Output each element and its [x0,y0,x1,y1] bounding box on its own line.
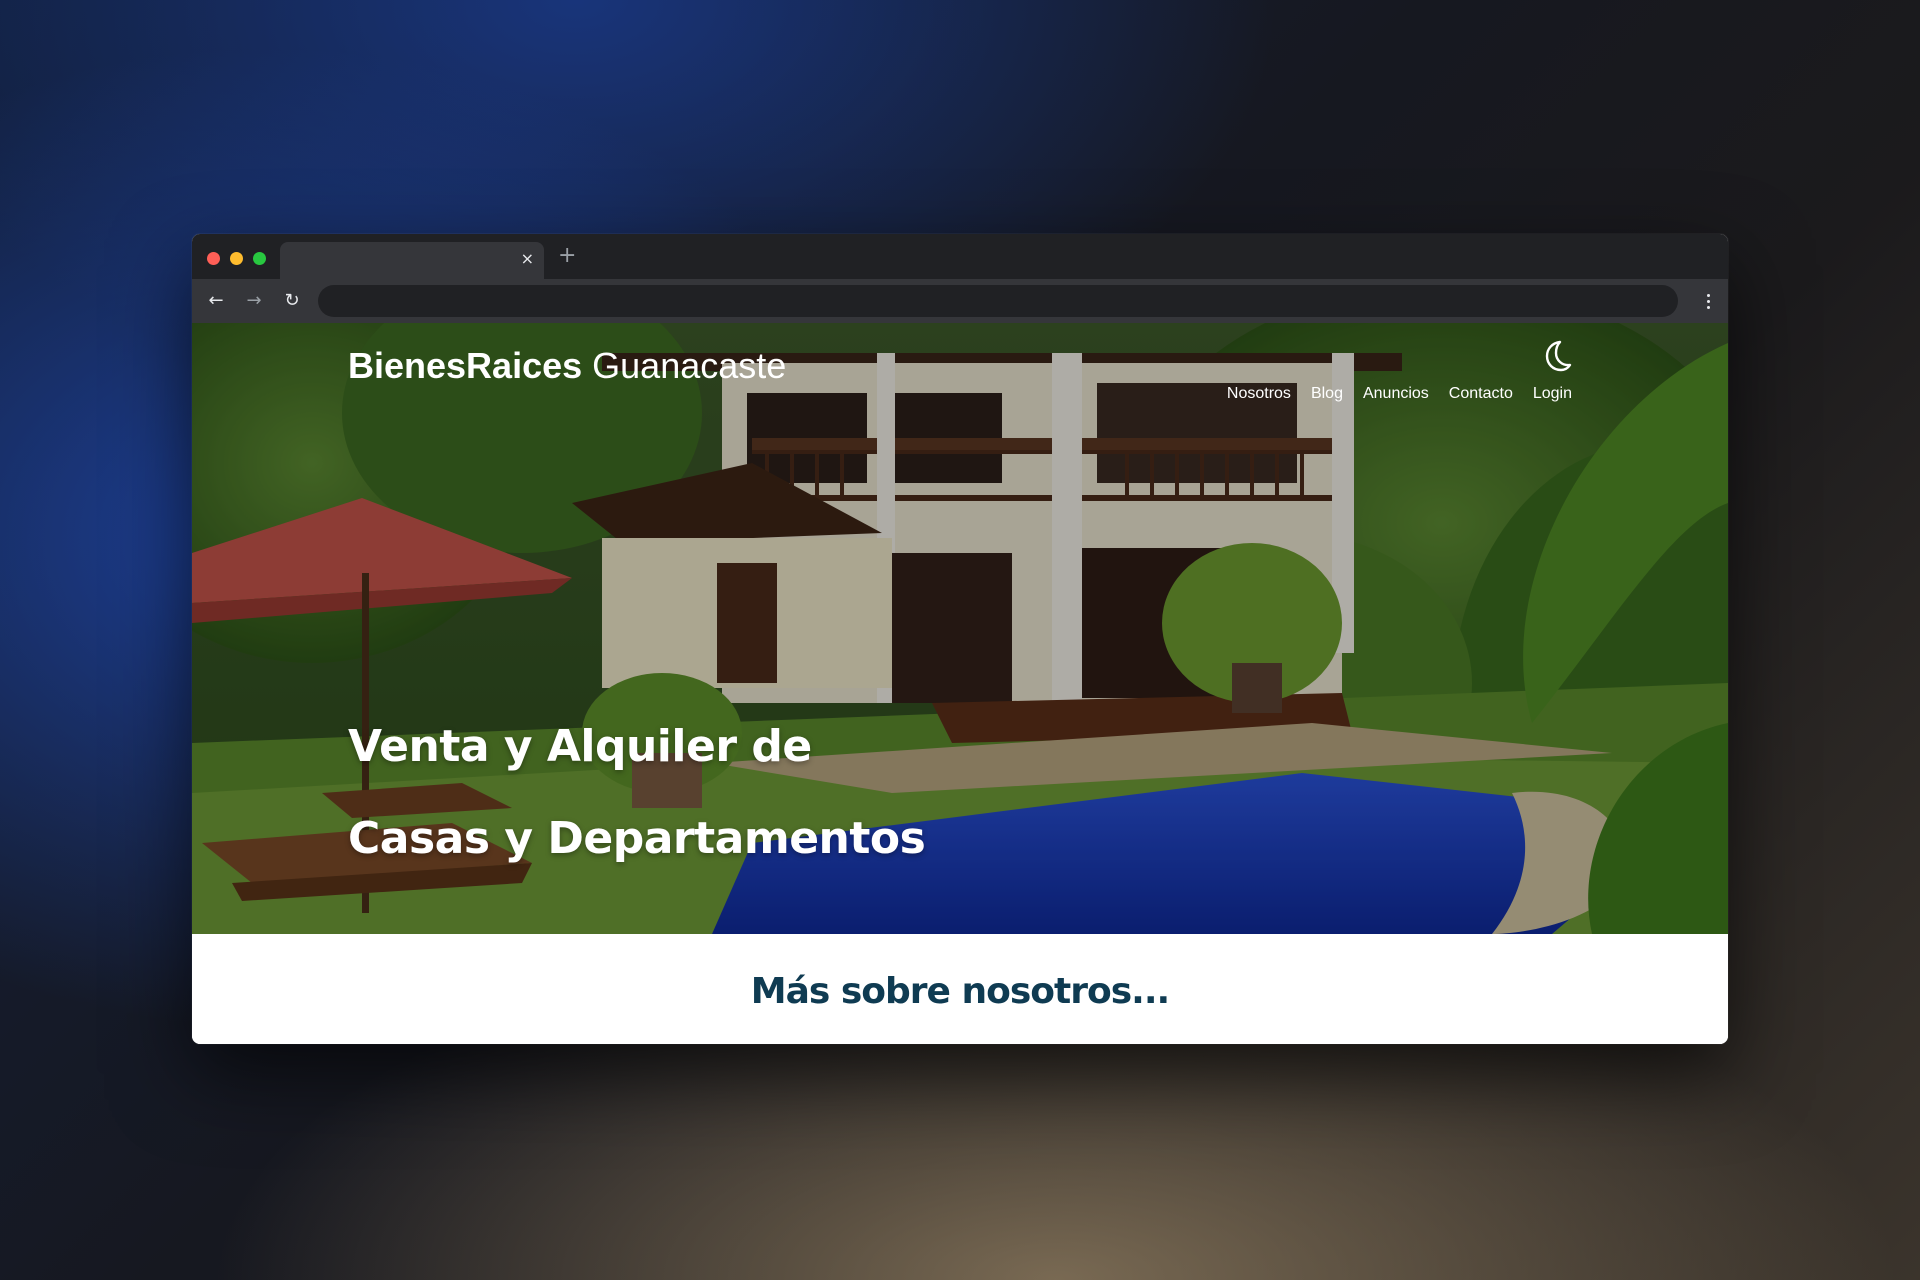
moon-icon[interactable] [1541,339,1573,373]
maximize-window-button[interactable] [253,252,266,265]
window-controls [207,252,266,265]
reload-button[interactable]: ↻ [280,289,304,313]
forward-button[interactable]: → [242,289,266,313]
new-tab-button[interactable]: + [558,245,576,267]
browser-window: × + ← → ↻ BienesRaices Guanacaste Nosotr… [192,234,1728,1044]
tab-close-icon[interactable]: × [521,251,534,267]
hero-heading-line-1: Venta y Alquiler de [348,721,812,772]
nav-link-nosotros[interactable]: Nosotros [1227,385,1291,403]
site-logo[interactable]: BienesRaices Guanacaste [348,345,786,387]
browser-menu-button[interactable] [1700,289,1716,313]
back-button[interactable]: ← [204,289,228,313]
address-bar[interactable] [318,285,1678,317]
nav-link-contacto[interactable]: Contacto [1449,385,1513,403]
hero-section: BienesRaices Guanacaste Nosotros Blog An… [192,323,1728,934]
brand-name-bold: BienesRaices [348,345,583,386]
minimize-window-button[interactable] [230,252,243,265]
close-window-button[interactable] [207,252,220,265]
hero-heading-line-2: Casas y Departamentos [348,813,926,864]
about-heading: Más sobre nosotros... [750,970,1170,1012]
browser-titlebar: × + [192,234,1728,279]
nav-link-blog[interactable]: Blog [1311,385,1343,403]
about-section: Más sobre nosotros... [192,934,1728,1044]
brand-name-light: Guanacaste [592,345,787,386]
main-nav: Nosotros Blog Anuncios Contacto Login [1227,385,1572,403]
browser-toolbar: ← → ↻ [192,279,1728,323]
nav-link-anuncios[interactable]: Anuncios [1363,385,1429,403]
nav-link-login[interactable]: Login [1533,385,1572,403]
browser-tab[interactable]: × [280,242,544,279]
hero-heading: Venta y Alquiler de Casas y Departamento… [348,701,926,885]
